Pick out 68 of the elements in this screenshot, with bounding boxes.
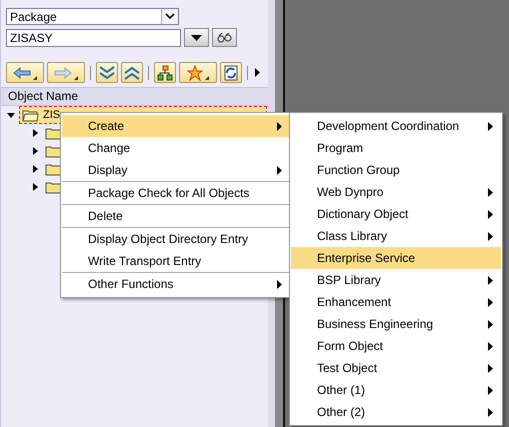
submenu-arrow-icon: [488, 386, 493, 394]
menu-item[interactable]: Other Functions: [62, 273, 290, 295]
menu-item[interactable]: Form Object: [291, 335, 501, 357]
glasses-icon: [216, 32, 232, 42]
menu-item[interactable]: Web Dynpro: [291, 181, 501, 203]
corner-triangle-icon: [74, 76, 78, 80]
expanded-arrow-icon[interactable]: [7, 111, 15, 119]
double-chevron-up-icon: [124, 66, 140, 80]
back-button[interactable]: [6, 62, 44, 83]
menu-item[interactable]: Other (1): [291, 379, 501, 401]
glasses-button[interactable]: [212, 28, 237, 47]
caret-down-icon: [191, 34, 202, 40]
refresh-icon: [223, 64, 239, 80]
submenu-arrow-icon: [488, 122, 493, 130]
submenu-arrow-icon: [488, 298, 493, 306]
menu-item[interactable]: Dictionary Object: [291, 203, 501, 225]
more-arrow-icon[interactable]: [255, 68, 260, 77]
submenu-arrow-icon: [488, 408, 493, 416]
folder-icon: [45, 144, 62, 158]
menu-item[interactable]: Class Library: [291, 225, 501, 247]
arrow-left-icon: [13, 66, 31, 78]
menu-item[interactable]: Program: [291, 137, 501, 159]
submenu-arrow-icon: [488, 364, 493, 372]
menu-item[interactable]: Change: [62, 137, 290, 159]
collapse-button[interactable]: [121, 62, 143, 83]
menu-item[interactable]: BSP Library: [291, 269, 501, 291]
submenu-arrow-icon: [488, 320, 493, 328]
arrow-right-icon: [54, 66, 72, 78]
corner-triangle-icon: [205, 76, 209, 80]
column-header: Object Name: [1, 87, 268, 106]
object-name-field[interactable]: ZISASY: [6, 28, 181, 46]
favorites-button[interactable]: [179, 62, 217, 83]
corner-triangle-icon: [33, 76, 37, 80]
collapsed-arrow-icon[interactable]: [31, 183, 39, 191]
folder-icon: [45, 180, 62, 194]
collapsed-arrow-icon[interactable]: [31, 147, 39, 155]
menu-item[interactable]: Development Coordination: [291, 115, 501, 137]
submenu-arrow-icon: [277, 280, 282, 288]
submenu-arrow-icon: [488, 210, 493, 218]
refresh-button[interactable]: [220, 62, 242, 83]
object-type-dropdown[interactable]: Package: [6, 8, 179, 25]
folder-icon: [45, 126, 62, 140]
forward-button[interactable]: [47, 62, 85, 83]
menu-item[interactable]: Enterprise Service: [291, 247, 501, 269]
hierarchy-icon: [157, 64, 173, 80]
double-chevron-down-icon: [99, 66, 115, 80]
submenu-arrow-icon: [277, 122, 282, 130]
submenu-arrow-icon: [488, 342, 493, 350]
menu-item[interactable]: Create: [62, 115, 290, 137]
star-icon: [187, 64, 203, 80]
menu-item[interactable]: Enhancement: [291, 291, 501, 313]
menu-item[interactable]: Display Object Directory Entry: [62, 228, 290, 250]
collapsed-arrow-icon[interactable]: [31, 165, 39, 173]
submenu-arrow-icon: [488, 188, 493, 196]
folder-icon: [45, 162, 62, 176]
menu-item[interactable]: Business Engineering: [291, 313, 501, 335]
collapsed-arrow-icon[interactable]: [31, 129, 39, 137]
expand-button[interactable]: [96, 62, 118, 83]
hierarchy-button[interactable]: [154, 62, 176, 83]
submenu-arrow-icon: [488, 276, 493, 284]
submenu-arrow-icon: [277, 166, 282, 174]
menu-item[interactable]: Function Group: [291, 159, 501, 181]
open-folder-icon: [22, 108, 39, 122]
chevron-down-icon: [165, 13, 175, 20]
submenu-arrow-icon: [488, 232, 493, 240]
menu-item[interactable]: Test Object: [291, 357, 501, 379]
dropdown-button[interactable]: [184, 28, 209, 47]
menu-item[interactable]: Other (2): [291, 401, 501, 423]
